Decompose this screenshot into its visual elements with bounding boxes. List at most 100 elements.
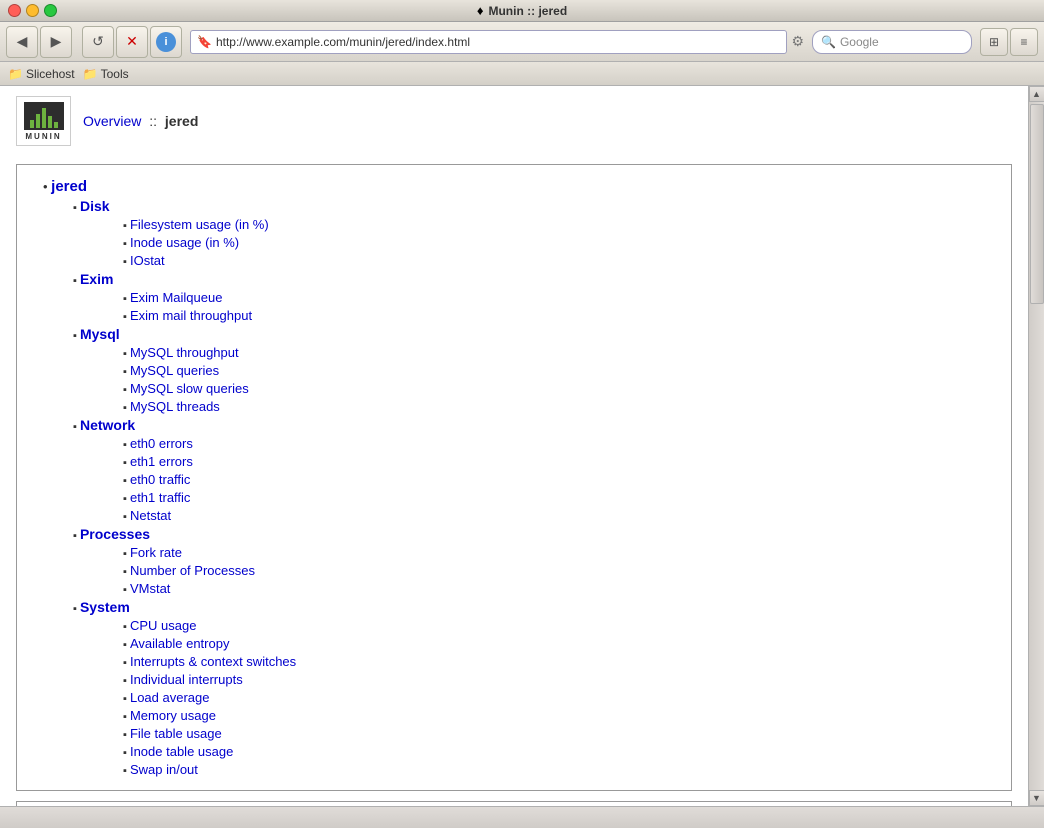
mysql-threads-link[interactable]: MySQL threads	[130, 399, 220, 414]
address-bar[interactable]: 🔖 http://www.example.com/munin/jered/ind…	[190, 30, 787, 54]
system-items: CPU usage Available entropy Interrupts &…	[73, 618, 995, 777]
forward-icon: ▶	[51, 33, 62, 50]
system-section-link[interactable]: System	[80, 599, 130, 615]
mysql-queries-link[interactable]: MySQL queries	[130, 363, 219, 378]
list-item: Netstat	[123, 508, 995, 523]
gear-icon[interactable]: ⚙	[791, 33, 804, 50]
puzzle-icon: ⊞	[989, 35, 999, 49]
exim-throughput-link[interactable]: Exim mail throughput	[130, 308, 252, 323]
mysql-slow-queries-link[interactable]: MySQL slow queries	[130, 381, 249, 396]
list-item: CPU usage	[123, 618, 995, 633]
exim-section-link[interactable]: Exim	[80, 271, 113, 287]
filesystem-usage-link[interactable]: Filesystem usage (in %)	[130, 217, 269, 232]
list-item: File table usage	[123, 726, 995, 741]
processes-section-link[interactable]: Processes	[80, 526, 150, 542]
section-system: System CPU usage Available entropy Inter…	[73, 599, 995, 777]
list-item: MySQL slow queries	[123, 381, 995, 396]
eth0-errors-link[interactable]: eth0 errors	[130, 436, 193, 451]
network-section-link[interactable]: Network	[80, 417, 135, 433]
list-item: eth1 traffic	[123, 490, 995, 505]
node-link[interactable]: jered	[51, 178, 87, 195]
list-item: Individual interrupts	[123, 672, 995, 687]
title-bar: ♦ Munin :: jered	[0, 0, 1044, 22]
reload-icon: ↺	[92, 33, 104, 50]
interrupts-link[interactable]: Interrupts & context switches	[130, 654, 296, 669]
list-item: MySQL queries	[123, 363, 995, 378]
toolbar: ◀ ▶ ↺ ✕ i 🔖 http://www.example.com/munin…	[0, 22, 1044, 62]
breadcrumb-overview-link[interactable]: Overview	[83, 113, 141, 129]
munin-header: MUNIN Overview :: jered	[16, 96, 1012, 152]
num-processes-link[interactable]: Number of Processes	[130, 563, 255, 578]
stop-button[interactable]: ✕	[116, 26, 148, 58]
disk-items: Filesystem usage (in %) Inode usage (in …	[73, 217, 995, 268]
list-item: MySQL threads	[123, 399, 995, 414]
title-icon: ♦	[477, 3, 484, 18]
scrollbar[interactable]: ▲ ▼	[1028, 86, 1044, 806]
forward-button[interactable]: ▶	[40, 26, 72, 58]
list-item: Fork rate	[123, 545, 995, 560]
close-button[interactable]	[8, 4, 21, 17]
individual-interrupts-link[interactable]: Individual interrupts	[130, 672, 243, 687]
netstat-link[interactable]: Netstat	[130, 508, 171, 523]
exim-mailqueue-link[interactable]: Exim Mailqueue	[130, 290, 223, 305]
scroll-down-button[interactable]: ▼	[1029, 790, 1044, 806]
list-item: Swap in/out	[123, 762, 995, 777]
browser-content: MUNIN Overview :: jered jered Disk	[0, 86, 1044, 806]
folder-icon: 📁	[8, 67, 23, 81]
footer-bar: jered :	[16, 801, 1012, 806]
logo-image	[24, 102, 64, 130]
available-entropy-link[interactable]: Available entropy	[130, 636, 230, 651]
file-table-usage-link[interactable]: File table usage	[130, 726, 222, 741]
bookmark-slicehost[interactable]: 📁 Slicehost	[8, 67, 75, 81]
eth1-errors-link[interactable]: eth1 errors	[130, 454, 193, 469]
list-item: Exim mail throughput	[123, 308, 995, 323]
processes-items: Fork rate Number of Processes VMstat	[73, 545, 995, 596]
list-item: Number of Processes	[123, 563, 995, 578]
load-average-link[interactable]: Load average	[130, 690, 210, 705]
scroll-up-button[interactable]: ▲	[1029, 86, 1044, 102]
mysql-items: MySQL throughput MySQL queries MySQL slo…	[73, 345, 995, 414]
scroll-thumb[interactable]	[1030, 104, 1044, 304]
mysql-throughput-link[interactable]: MySQL throughput	[130, 345, 239, 360]
search-bar[interactable]: 🔍 Google	[812, 30, 972, 54]
maximize-button[interactable]	[44, 4, 57, 17]
bookmark-tools[interactable]: 📁 Tools	[83, 67, 129, 81]
breadcrumb-current: jered	[165, 113, 198, 129]
list-item: Exim Mailqueue	[123, 290, 995, 305]
list-item: Available entropy	[123, 636, 995, 651]
home-button[interactable]: i	[150, 26, 182, 58]
sidebar-button[interactable]: ≡	[1010, 28, 1038, 56]
disk-section-link[interactable]: Disk	[80, 198, 110, 214]
eth0-traffic-link[interactable]: eth0 traffic	[130, 472, 190, 487]
inode-usage-link[interactable]: Inode usage (in %)	[130, 235, 239, 250]
inode-table-usage-link[interactable]: Inode table usage	[130, 744, 233, 759]
list-item: eth0 errors	[123, 436, 995, 451]
window-controls[interactable]	[8, 4, 57, 17]
list-item: Memory usage	[123, 708, 995, 723]
swap-in-out-link[interactable]: Swap in/out	[130, 762, 198, 777]
bar3	[42, 108, 46, 128]
bookmarks-bar: 📁 Slicehost 📁 Tools	[0, 62, 1044, 86]
memory-usage-link[interactable]: Memory usage	[130, 708, 216, 723]
address-lock-icon: 🔖	[197, 35, 212, 49]
logo-text: MUNIN	[25, 132, 61, 141]
eth1-traffic-link[interactable]: eth1 traffic	[130, 490, 190, 505]
iostat-link[interactable]: IOstat	[130, 253, 165, 268]
list-item: VMstat	[123, 581, 995, 596]
extensions-button[interactable]: ⊞	[980, 28, 1008, 56]
fork-rate-link[interactable]: Fork rate	[130, 545, 182, 560]
section-processes: Processes Fork rate Number of Processes …	[73, 526, 995, 596]
back-button[interactable]: ◀	[6, 26, 38, 58]
page-content: MUNIN Overview :: jered jered Disk	[0, 86, 1028, 806]
list-item: Interrupts & context switches	[123, 654, 995, 669]
home-icon: i	[156, 32, 176, 52]
minimize-button[interactable]	[26, 4, 39, 17]
stop-icon: ✕	[126, 33, 138, 50]
content-box: jered Disk Filesystem usage (in %) Inode…	[16, 164, 1012, 791]
cpu-usage-link[interactable]: CPU usage	[130, 618, 196, 633]
reload-button[interactable]: ↺	[82, 26, 114, 58]
list-item: Inode table usage	[123, 744, 995, 759]
vmstat-link[interactable]: VMstat	[130, 581, 170, 596]
mysql-section-link[interactable]: Mysql	[80, 326, 120, 342]
bar4	[48, 116, 52, 128]
